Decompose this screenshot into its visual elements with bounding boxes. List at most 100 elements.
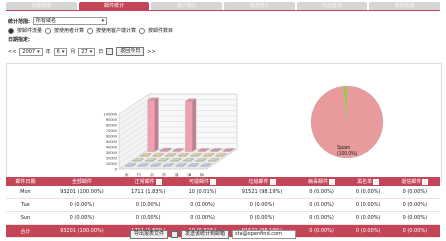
radio-by-count[interactable] (139, 27, 146, 34)
table-cell: 0 (0.00%) (44, 211, 119, 225)
bar-front (190, 155, 198, 157)
bar-front (160, 150, 168, 152)
radio-mail-traffic-label: 按邮件流量 (17, 28, 43, 34)
day-select[interactable]: 27 ▾ (78, 47, 96, 56)
table-cell: 合计 (6, 224, 45, 238)
day-unit: 日 (98, 49, 104, 55)
bar-front (157, 160, 165, 162)
calendar-icon[interactable] (106, 48, 114, 55)
table-cell: 0 (0.00%) (346, 224, 390, 238)
col-bounce[interactable]: 退信邮件 (389, 177, 440, 186)
legend-swatch-icon (329, 178, 336, 185)
year-unit: 年 (45, 49, 51, 55)
col-blacklist[interactable]: 黑名单 (346, 177, 390, 186)
bar-front (182, 160, 191, 162)
bar-side (154, 97, 159, 152)
table-cell: Sun (6, 211, 45, 225)
bar-front (125, 165, 133, 167)
bar-front (197, 150, 206, 152)
radio-by-client[interactable] (87, 27, 94, 34)
domain-select[interactable]: 所有域名 ▾ (33, 17, 107, 25)
charts-svg: 1000009000080000700006000050000400003000… (104, 85, 384, 184)
table-cell: 93201 (100.00%) (44, 186, 119, 199)
table-cell: 0 (0.00%) (389, 224, 440, 238)
table-row: Mon 93201 (100.00%) 1711 (1.83%) 10 (0.0… (6, 186, 440, 199)
domain-select-value: 所有域名 (36, 18, 57, 24)
bar-chart-3d: 1000009000080000700006000050000400003000… (104, 93, 238, 184)
prev-period-link[interactable]: << (8, 49, 16, 55)
bar-front (137, 165, 145, 167)
y-tick-label: 10000 (106, 161, 118, 166)
domain-filter-label: 统计范围: (8, 18, 30, 25)
y-tick-label: 0 (115, 167, 118, 172)
bar-front (195, 160, 203, 162)
tab-domain-stats[interactable]: 域名统计 (224, 2, 295, 10)
send-report-button[interactable]: 发送该统计到邮箱 (181, 230, 230, 239)
pie-label-value: (100.0%) (337, 151, 358, 157)
col-total[interactable]: 全部邮件 (44, 177, 119, 186)
bar-front (152, 155, 160, 157)
col-suspicious[interactable]: 可疑邮件 (177, 177, 228, 186)
table-cell: 0 (0.00%) (346, 186, 390, 199)
legend-swatch-icon (155, 178, 162, 185)
bar-front (175, 165, 183, 167)
export-report-button[interactable]: 导出报表文件 (130, 230, 169, 239)
tab-user-stats[interactable]: 用户统计 (151, 2, 223, 10)
col-spam[interactable]: 垃圾邮件 (227, 177, 297, 186)
table-cell: 0 (0.00%) (118, 211, 178, 225)
bar (147, 97, 159, 152)
legend-swatch-icon (373, 178, 380, 185)
table-cell: 93201 (100.00%) (44, 224, 119, 238)
y-tick-label: 100000 (104, 112, 118, 117)
tab-divider (6, 10, 440, 11)
table-cell: 0 (0.00%) (389, 186, 440, 199)
table-row: Sun 0 (0.00%) 0 (0.00%) 0 (0.00%) 0 (0.0… (6, 211, 440, 225)
col-normal[interactable]: 正常邮件 (118, 177, 178, 186)
bar-front (132, 160, 140, 162)
tab-system-status[interactable]: 系统状态 (369, 2, 441, 10)
y-tick-label: 20000 (106, 156, 118, 161)
bar (184, 98, 197, 152)
legend-swatch-icon (422, 178, 429, 185)
radio-by-count-label: 按邮件数目 (148, 28, 174, 34)
day-select-value: 27 (81, 48, 88, 55)
month-select[interactable]: 6 ▾ (53, 47, 68, 56)
legend-swatch-icon (269, 178, 276, 185)
go-today-button[interactable]: 返回今日 (116, 47, 145, 56)
chevron-down-icon: ▾ (101, 18, 104, 24)
radio-by-user[interactable] (45, 27, 52, 34)
bar-front (140, 155, 148, 157)
y-tick-label: 70000 (106, 128, 118, 133)
col-virus[interactable]: 病毒邮件 (296, 177, 347, 186)
table-cell: 10 (0.01%) (177, 186, 228, 199)
bar-front (145, 160, 153, 162)
table-header-row: 邮件日期 全部邮件 正常邮件 可疑邮件 垃圾邮件 病毒邮件 黑名单 退信邮件 (6, 177, 440, 186)
tab-mail-stats[interactable]: 邮件统计 (78, 2, 150, 10)
table-cell: 1711 (1.83%) (118, 186, 178, 199)
email-input[interactable]: sta@openfind.com (232, 230, 297, 239)
tab-traffic-overview[interactable]: 流量概要 (6, 2, 77, 10)
table-cell: 91521 (98.19%) (227, 186, 297, 199)
year-select[interactable]: 2007 ▾ (19, 47, 43, 56)
col-date[interactable]: 邮件日期 (6, 177, 45, 186)
tab-bar: 流量概要 邮件统计 用户统计 域名统计 日志查询 系统状态 (6, 2, 441, 10)
tab-log-query[interactable]: 日志查询 (296, 2, 368, 10)
table-cell: 0 (0.00%) (346, 198, 390, 212)
table-cell: 0 (0.00%) (346, 211, 390, 225)
bar-front (202, 155, 211, 157)
domain-filter-row: 统计范围: 所有域名 ▾ (8, 17, 107, 25)
chevron-down-icon: ▾ (61, 48, 65, 55)
next-period-link[interactable]: >> (147, 49, 155, 55)
chart-panel: 100000 90000 80000 70000 60000 50000 40000 3000… (6, 63, 442, 184)
table-cell: 0 (0.00%) (296, 211, 347, 225)
year-select-value: 2007 (22, 48, 36, 55)
y-tick-label: 50000 (106, 139, 118, 144)
bar-front (177, 155, 186, 157)
y-tick-label: 90000 (106, 117, 118, 122)
bar-front (150, 165, 158, 167)
table-cell: 0 (0.00%) (177, 198, 228, 212)
y-tick-label: 40000 (106, 145, 118, 150)
bar-front (162, 165, 171, 167)
bar-front (223, 150, 231, 152)
radio-mail-traffic[interactable] (8, 27, 14, 34)
